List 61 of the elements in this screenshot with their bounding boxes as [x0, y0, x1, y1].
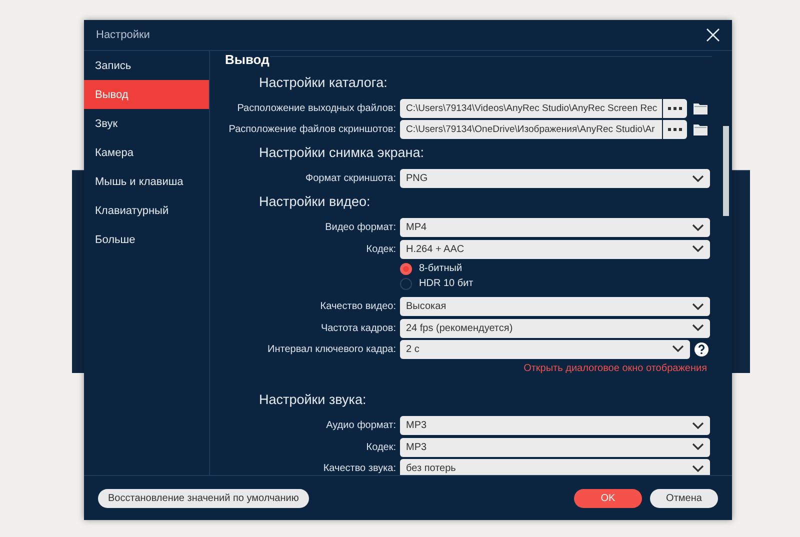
chevron-down-icon [692, 324, 704, 332]
field-label: Расположение файлов скриншотов: [228, 124, 396, 136]
field-label: Кодек: [365, 442, 396, 453]
group-heading: Настройки снимка экрана: [259, 144, 425, 162]
field-label: Расположение выходных файлов: [236, 103, 396, 114]
dropdown[interactable]: MP3 [400, 438, 710, 457]
chevron-down-icon [692, 302, 704, 311]
sidebar-item[interactable]: Больше [84, 225, 209, 254]
field-label: Качество видео: [319, 301, 396, 312]
dropdown[interactable]: H.264 + AAC [400, 240, 710, 259]
field-label: Интервал ключевого кадра: [266, 344, 396, 355]
dropdown[interactable]: без потерь [400, 459, 710, 475]
section-title: Вывод [225, 52, 270, 68]
sidebar-item[interactable]: Клавиатурный [84, 196, 209, 225]
more-icon [668, 106, 682, 110]
sidebar-item[interactable]: Запись [84, 51, 209, 80]
reset-defaults-button[interactable]: Восстановление значений по умолчанию [98, 488, 309, 508]
dropdown[interactable]: Высокая [400, 297, 710, 316]
cancel-button[interactable]: Отмена [650, 488, 718, 508]
group-heading: Настройки каталога: [259, 74, 388, 92]
browse-button[interactable] [663, 99, 687, 118]
radio-button[interactable] [400, 278, 412, 290]
field-label: Качество звука: [322, 463, 396, 474]
chevron-down-icon [692, 224, 704, 232]
chevron-down-icon [692, 245, 704, 254]
dropdown[interactable]: 24 fps (рекомендуется) [400, 318, 710, 338]
more-icon [668, 128, 682, 132]
radio-button[interactable] [400, 262, 412, 275]
scrollbar-thumb[interactable] [723, 126, 729, 216]
path-field[interactable]: C:\Users\79134\OneDrive\Изображения\AnyRec Studio\Ar [400, 120, 662, 140]
folder-icon[interactable] [693, 102, 708, 115]
close-icon [706, 28, 720, 42]
sidebar-item[interactable]: Мышь и клавиша [84, 167, 209, 196]
browse-button[interactable] [663, 120, 687, 140]
field-label: Формат скриншота: [304, 173, 396, 184]
sidebar-item[interactable]: Звук [84, 109, 209, 138]
dropdown[interactable]: MP3 [400, 416, 710, 436]
field-label: Аудио формат: [325, 420, 396, 432]
chevron-down-icon [692, 464, 704, 473]
path-field[interactable]: C:\Users\79134\Videos\AnyRec Studio\AnyRec Screen Rec [400, 99, 662, 118]
group-heading: Настройки звука: [259, 391, 368, 410]
dropdown[interactable]: PNG [400, 169, 710, 188]
help-icon[interactable] [694, 342, 709, 357]
dropdown[interactable]: 2 с [400, 340, 690, 359]
sidebar-item[interactable]: Вывод [84, 80, 209, 109]
dropdown[interactable]: MP4 [400, 218, 710, 238]
group-heading: Настройки видео: [259, 193, 372, 212]
field-label: Частота кадров: [320, 322, 396, 334]
radio-label: 8-битный [419, 263, 462, 274]
window-title: Настройки [96, 29, 150, 41]
chevron-down-icon [692, 422, 704, 430]
sidebar-item[interactable]: Камера [84, 138, 209, 167]
display-dialog-link[interactable]: Открыть диалоговое окно отображения [524, 363, 707, 374]
field-label: Видео формат: [324, 222, 396, 234]
folder-icon[interactable] [693, 123, 708, 136]
field-label: Кодек: [365, 244, 396, 255]
chevron-down-icon [692, 174, 704, 183]
close-button[interactable] [706, 28, 720, 42]
chevron-down-icon [672, 345, 684, 354]
radio-label: HDR 10 бит [419, 278, 474, 290]
chevron-down-icon [692, 443, 704, 452]
